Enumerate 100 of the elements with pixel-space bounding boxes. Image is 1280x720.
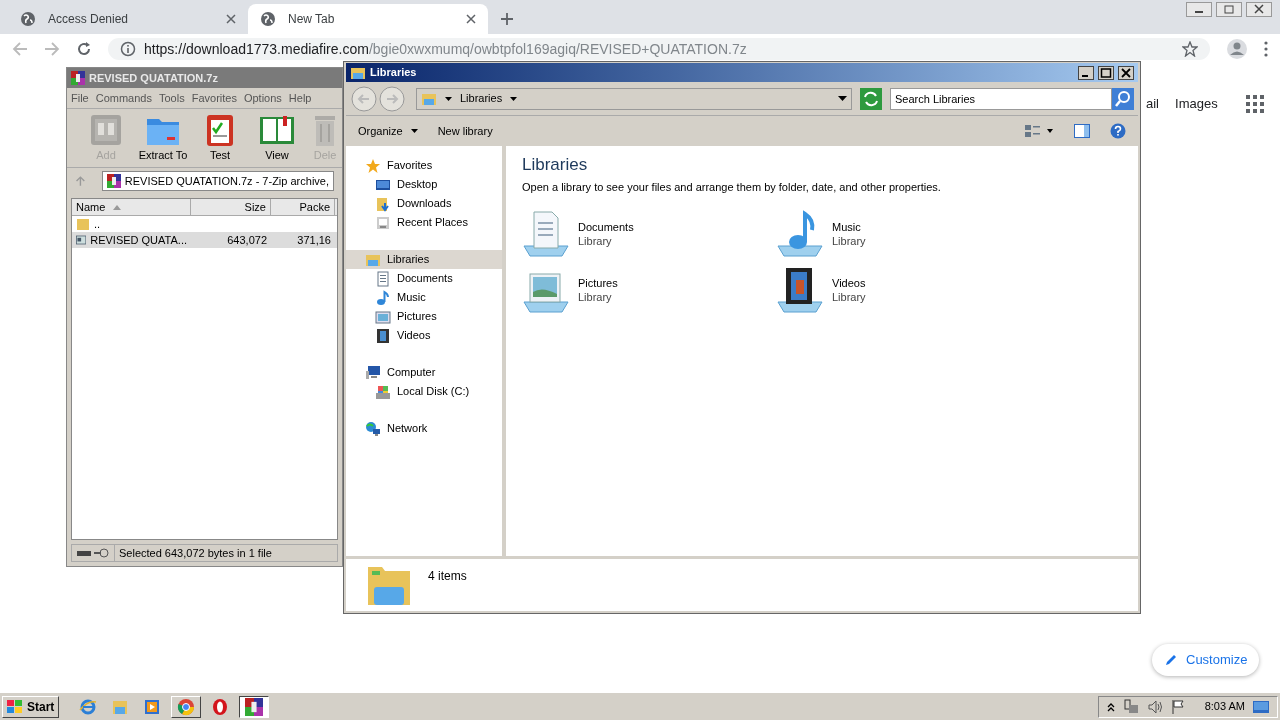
network-icon[interactable] bbox=[1122, 698, 1139, 715]
nav-item[interactable]: Music bbox=[346, 288, 502, 307]
menu-dots-icon[interactable] bbox=[1264, 41, 1268, 57]
taskbar-app[interactable] bbox=[239, 695, 270, 718]
library-item[interactable]: Music Library bbox=[776, 209, 1030, 258]
view-options-icon[interactable] bbox=[1024, 123, 1054, 139]
browser-tab[interactable]: New Tab bbox=[248, 4, 488, 34]
refresh-icon[interactable] bbox=[860, 87, 882, 110]
window-minimize-icon[interactable] bbox=[1186, 2, 1212, 17]
close-icon[interactable] bbox=[226, 14, 236, 24]
star-icon bbox=[365, 157, 381, 174]
page-heading: Libraries bbox=[522, 154, 589, 176]
window-maximize-icon[interactable] bbox=[1098, 65, 1114, 80]
preview-pane-icon[interactable] bbox=[1074, 124, 1090, 138]
music-library-icon bbox=[776, 209, 824, 258]
description-text: Open a library to see your files and arrange them by folder, date, and other properties. bbox=[522, 180, 942, 196]
file-row[interactable]: REVISED QUATA... 643,072 371,16 bbox=[72, 232, 337, 248]
nav-item[interactable]: Desktop bbox=[346, 175, 502, 194]
archive-icon bbox=[71, 71, 85, 85]
start-button[interactable]: Start bbox=[2, 695, 60, 718]
globe-icon bbox=[260, 11, 276, 27]
window-close-icon[interactable] bbox=[1246, 2, 1272, 17]
computer-icon bbox=[365, 364, 381, 381]
search-icon[interactable] bbox=[1112, 87, 1134, 110]
breadcrumb-bar[interactable]: Libraries bbox=[416, 87, 852, 110]
table-cell-text: 371,16 bbox=[297, 233, 332, 248]
toolbar-button[interactable]: Extract To bbox=[136, 112, 190, 163]
nav-item[interactable]: Recent Places bbox=[346, 213, 502, 232]
info-icon bbox=[120, 41, 136, 57]
new-tab-icon[interactable] bbox=[500, 12, 514, 26]
window-close-icon[interactable] bbox=[1118, 65, 1134, 80]
page-link[interactable]: ail bbox=[1146, 94, 1159, 114]
downloads-folder-icon bbox=[375, 195, 391, 212]
path-field[interactable]: REVISED QUATATION.7z - 7-Zip archive, bbox=[101, 171, 334, 191]
column-header[interactable]: Name bbox=[72, 199, 191, 216]
file-row[interactable]: .. bbox=[72, 216, 337, 232]
library-item[interactable]: Pictures Library bbox=[522, 265, 776, 314]
clock: 8:03 AM bbox=[1204, 699, 1245, 715]
file-icon bbox=[76, 234, 87, 247]
column-header[interactable]: Size bbox=[191, 199, 271, 216]
page-link[interactable]: Images bbox=[1175, 94, 1218, 114]
nav-item[interactable]: Documents bbox=[346, 269, 502, 288]
chevron-up-icon[interactable] bbox=[1106, 701, 1115, 712]
nav-item[interactable]: Local Disk (C:) bbox=[346, 382, 502, 401]
document-icon bbox=[375, 270, 391, 287]
window-title-bar: Libraries bbox=[346, 63, 1138, 82]
film-strip-icon bbox=[375, 327, 391, 344]
flag-icon[interactable] bbox=[1170, 698, 1185, 715]
menu-item[interactable]: Favorites bbox=[191, 89, 237, 107]
nav-item[interactable]: Favorites bbox=[346, 156, 502, 175]
archive-stack-icon bbox=[88, 112, 124, 147]
toolbar-button[interactable]: Test bbox=[193, 112, 247, 163]
nav-item[interactable]: Computer bbox=[346, 363, 502, 382]
menu-item[interactable]: Help bbox=[288, 89, 312, 107]
caret-icon[interactable] bbox=[445, 96, 452, 101]
column-header[interactable]: Packe bbox=[271, 199, 335, 216]
menu-item[interactable]: Tools bbox=[159, 89, 185, 107]
nav-item[interactable]: Downloads bbox=[346, 194, 502, 213]
local-disk-icon bbox=[375, 383, 391, 400]
help-icon[interactable] bbox=[1110, 123, 1126, 139]
address-bar[interactable]: https://download1773.mediafire.com/bgie0xwxmumq/owbtpfol169agiq/REVISED+QUATATION.7z bbox=[108, 38, 1210, 60]
network-globe-icon bbox=[365, 420, 381, 437]
documents-library-icon bbox=[522, 209, 570, 258]
sort-ascending-icon bbox=[113, 204, 122, 210]
apps-grid-icon[interactable] bbox=[1245, 94, 1264, 113]
nav-item[interactable]: Libraries bbox=[346, 250, 502, 269]
item-count: 4 items bbox=[428, 568, 467, 585]
table-cell-text: 643,072 bbox=[227, 233, 268, 248]
star-bookmark-icon[interactable] bbox=[1182, 41, 1198, 57]
drive-key-icon bbox=[76, 548, 110, 558]
archive-icon bbox=[106, 174, 121, 188]
menu-item[interactable]: Commands bbox=[95, 89, 152, 107]
nav-item[interactable]: Network bbox=[346, 419, 502, 438]
command-button[interactable]: New library bbox=[437, 122, 493, 140]
speaker-icon[interactable] bbox=[1146, 698, 1163, 715]
folder-icon bbox=[76, 217, 90, 232]
nav-item[interactable]: Videos bbox=[346, 326, 502, 345]
menu-item[interactable]: Options bbox=[243, 89, 282, 107]
window-minimize-icon[interactable] bbox=[1078, 65, 1094, 80]
windows-logo-icon bbox=[7, 699, 23, 714]
recent-places-icon bbox=[375, 214, 391, 231]
show-desktop-icon[interactable] bbox=[1253, 698, 1269, 715]
customize-button[interactable]: Customize bbox=[1152, 644, 1260, 676]
search-field[interactable]: Search Libraries bbox=[890, 87, 1112, 110]
command-button[interactable]: Organize bbox=[358, 122, 418, 140]
status-text: Selected 643,072 bytes in 1 file bbox=[114, 544, 272, 562]
archive-app-icon bbox=[245, 697, 264, 716]
reload-icon[interactable] bbox=[76, 41, 92, 57]
menu-item[interactable]: File bbox=[71, 89, 89, 107]
close-icon[interactable] bbox=[466, 14, 476, 24]
globe-icon bbox=[20, 11, 36, 27]
library-item[interactable]: Videos Library bbox=[776, 265, 1030, 314]
profile-avatar-icon[interactable] bbox=[1226, 38, 1248, 60]
caret-icon[interactable] bbox=[510, 96, 518, 101]
toolbar-button[interactable]: View bbox=[250, 112, 304, 163]
library-item[interactable]: Documents Library bbox=[522, 209, 776, 258]
pencil-icon bbox=[1164, 653, 1178, 667]
picture-icon bbox=[375, 308, 391, 325]
nav-item[interactable]: Pictures bbox=[346, 307, 502, 326]
dropdown-caret-icon[interactable] bbox=[838, 96, 847, 101]
